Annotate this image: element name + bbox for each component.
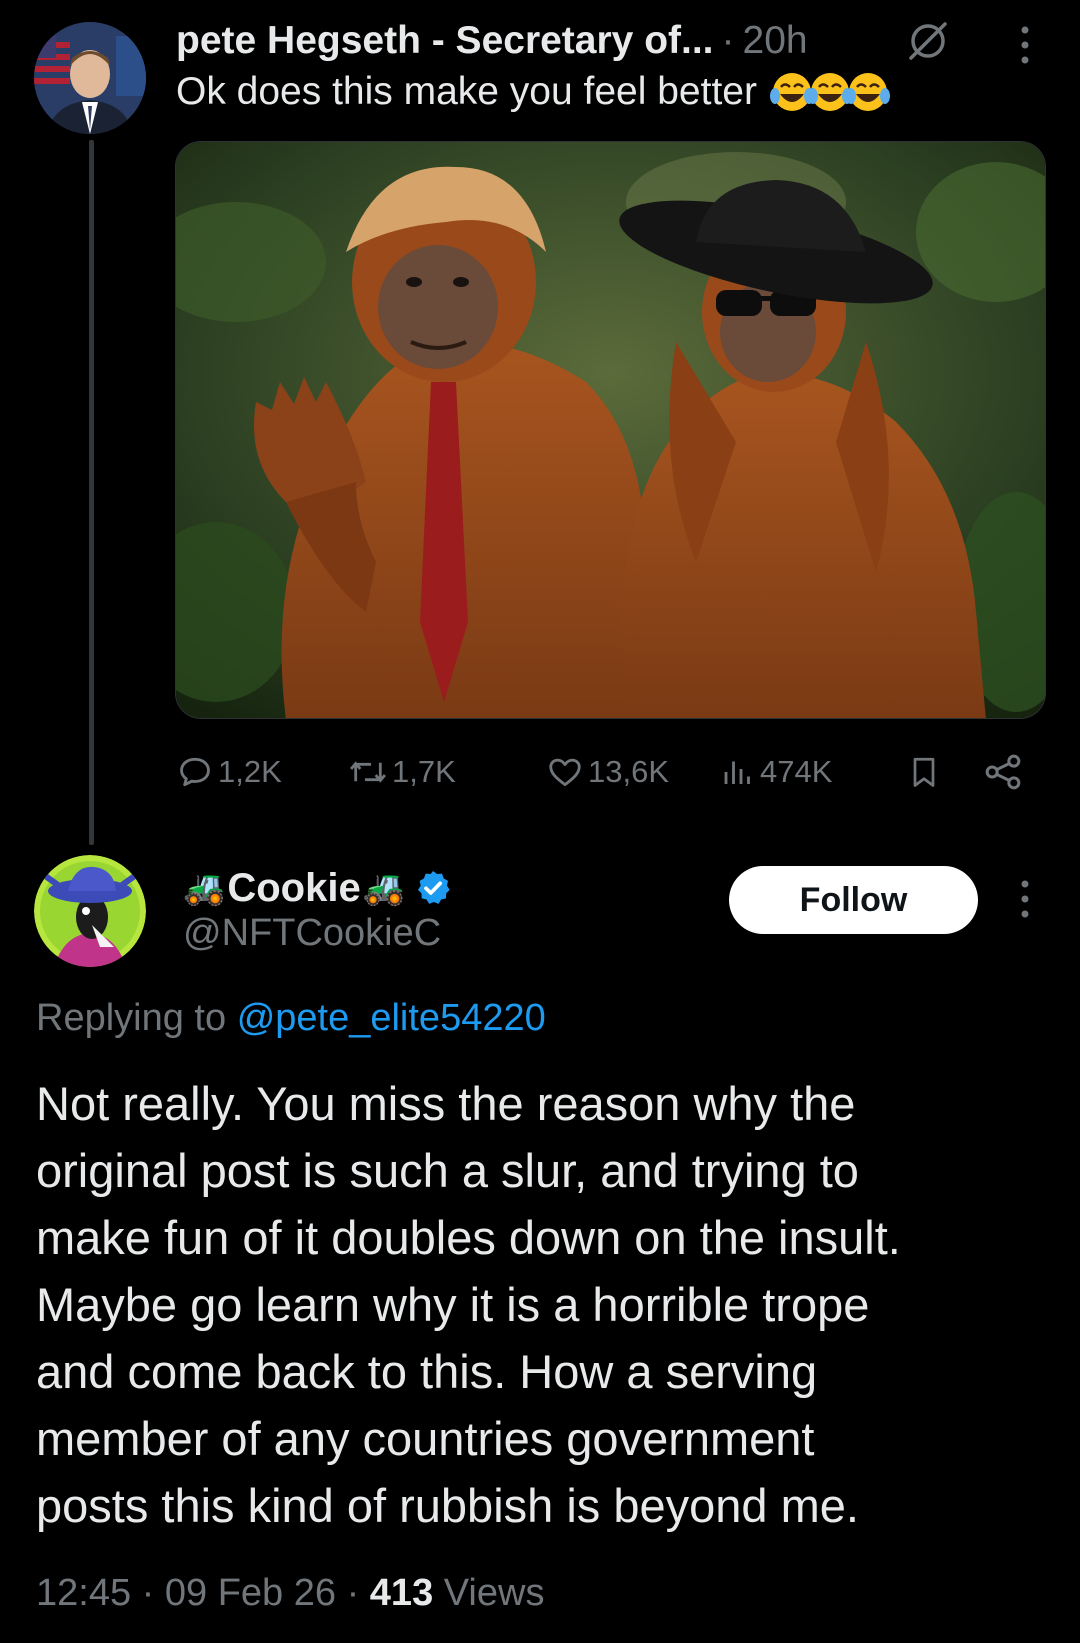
reply-display-name[interactable]: Cookie xyxy=(227,866,360,911)
reply-header: 🚜 Cookie 🚜 xyxy=(183,862,453,914)
tweet-text-content: Ok does this make you feel better xyxy=(176,70,757,113)
author-name[interactable]: pete Hegseth - Secretary of... xyxy=(176,19,714,63)
reply-body-line: member of any countries government xyxy=(36,1412,815,1465)
like-action[interactable]: 13,6K xyxy=(546,746,669,798)
reply-body-text: Not really. You miss the reason why the … xyxy=(36,1070,1046,1539)
reply-body-line: original post is such a slur, and trying… xyxy=(36,1144,859,1197)
bookmark-icon xyxy=(913,757,935,787)
grok-icon[interactable] xyxy=(905,18,951,64)
reply-date[interactable]: 09 Feb 26 xyxy=(165,1572,336,1614)
tweet-action-bar: 1,2K 1,7K 13,6K 474K xyxy=(176,746,1036,798)
reply-body-line: Not really. You miss the reason why the xyxy=(36,1077,856,1130)
share-action[interactable] xyxy=(982,746,1028,798)
tractor-icon: 🚜 xyxy=(183,869,226,907)
replying-to-line: Replying to @pete_elite54220 xyxy=(36,997,546,1040)
like-count: 13,6K xyxy=(588,754,670,789)
reply-body-line: make fun of it doubles down on the insul… xyxy=(36,1211,901,1264)
more-icon[interactable] xyxy=(1012,876,1038,922)
separator-dot: · xyxy=(721,19,735,62)
reply-metadata: 12:45 · 09 Feb 26 · 413 Views xyxy=(36,1572,544,1615)
reply-handle[interactable]: @NFTCookieC xyxy=(183,912,441,955)
reply-author-avatar[interactable] xyxy=(34,855,146,967)
reply-views-label: Views xyxy=(443,1572,545,1614)
reply-action[interactable]: 1,2K xyxy=(176,746,282,798)
bookmark-action[interactable] xyxy=(906,746,946,798)
verified-badge-icon xyxy=(418,871,450,904)
reply-views-count: 413 xyxy=(369,1572,434,1614)
more-icon[interactable] xyxy=(1012,22,1038,68)
views-action[interactable]: 474K xyxy=(720,746,832,798)
tractor-icon: 🚜 xyxy=(362,869,406,907)
reply-body-line: and come back to this. How a serving xyxy=(36,1345,818,1398)
like-icon xyxy=(549,758,581,787)
author-avatar[interactable] xyxy=(34,22,146,134)
tweet-header: pete Hegseth - Secretary of... · 20h xyxy=(176,16,808,66)
views-count: 474K xyxy=(760,754,833,789)
repost-count: 1,7K xyxy=(392,754,456,789)
reply-time[interactable]: 12:45 xyxy=(36,1572,131,1614)
reply-body-line: posts this kind of rubbish is beyond me. xyxy=(36,1479,859,1532)
thread-connector-line xyxy=(89,140,94,845)
separator-dot: · xyxy=(346,1572,370,1614)
tweet-time[interactable]: 20h xyxy=(743,19,808,63)
replying-to-mention[interactable]: @pete_elite54220 xyxy=(237,997,546,1039)
reply-count: 1,2K xyxy=(218,754,282,789)
tweet-image[interactable] xyxy=(175,141,1046,719)
tweet-text: Ok does this make you feel better xyxy=(176,70,890,114)
follow-button[interactable]: Follow xyxy=(729,866,978,934)
reply-icon xyxy=(180,757,210,787)
share-icon xyxy=(985,754,1021,790)
views-icon xyxy=(724,761,750,784)
repost-icon xyxy=(350,761,386,783)
laughing-emoji-icon xyxy=(845,73,890,111)
separator-dot: · xyxy=(141,1572,165,1614)
repost-action[interactable]: 1,7K xyxy=(348,746,456,798)
reply-body-line: Maybe go learn why it is a horrible trop… xyxy=(36,1278,870,1331)
replying-to-label: Replying to xyxy=(36,997,227,1039)
